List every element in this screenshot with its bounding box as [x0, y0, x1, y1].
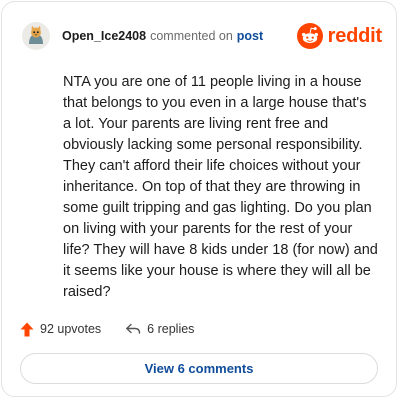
reddit-logo[interactable]: reddit	[296, 23, 383, 49]
comment-card: Open_Ice2408 commented on post reddit NT…	[1, 1, 397, 397]
comment-header: Open_Ice2408 commented on post reddit	[22, 18, 382, 54]
reply-arrow-icon	[126, 323, 141, 334]
upvote-button[interactable]: 92 upvotes	[20, 322, 101, 337]
reply-count: 6 replies	[147, 322, 195, 336]
reddit-alien-icon	[296, 23, 323, 49]
comment-actions: 92 upvotes 6 replies	[20, 318, 194, 340]
view-comments-button[interactable]: View 6 comments	[20, 353, 378, 384]
upvote-arrow-icon	[20, 322, 34, 336]
commented-on-text: commented on	[150, 29, 233, 43]
upvote-count: 92 upvotes	[40, 322, 102, 336]
username[interactable]: Open_Ice2408	[62, 29, 146, 43]
avatar[interactable]	[22, 22, 50, 50]
reddit-wordmark: reddit	[327, 24, 383, 47]
replies-button[interactable]: 6 replies	[125, 322, 194, 336]
comment-meta: Open_Ice2408 commented on post	[62, 29, 263, 43]
post-link[interactable]: post	[237, 29, 263, 43]
comment-body: NTA you are one of 11 people living in a…	[63, 74, 378, 300]
